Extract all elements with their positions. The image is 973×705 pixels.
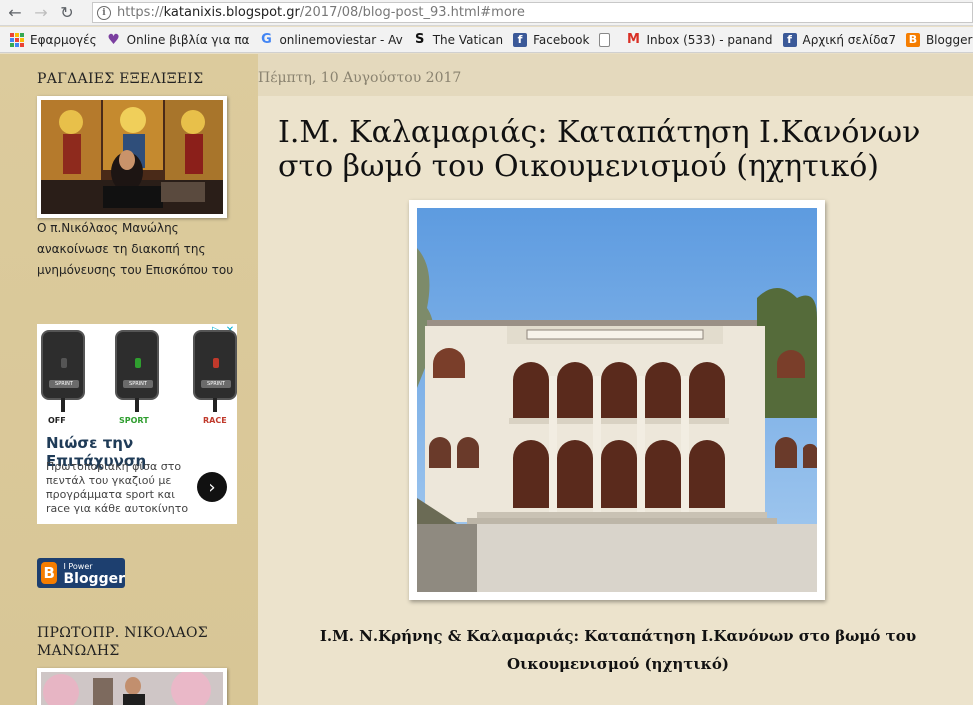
featured-caption[interactable]: Ο π.Νικόλαος Μανώλης ανακοίνωσε τη διακο… <box>37 218 237 281</box>
bookmark-label: Blogger: Ιδ <box>925 32 973 47</box>
powered-by-blogger-badge[interactable]: B I Power Blogger <box>37 558 125 588</box>
post-date: Πέμπτη, 10 Αυγούστου 2017 <box>258 70 462 86</box>
bookmark-label: The Vatican <box>432 32 504 47</box>
post-container: Ι.Μ. Καλαμαριάς: Καταπάτηση Ι.Κανόνων στ… <box>258 96 973 705</box>
bookmark-apps[interactable]: Εφαρμογές <box>10 32 97 47</box>
pedal-label-sport: SPORT <box>119 416 149 425</box>
bookmark-label: onlinemoviestar - Av <box>279 32 403 47</box>
ad-arrow-button[interactable]: › <box>197 472 227 502</box>
blogger-icon: B <box>905 32 920 47</box>
pedal-logo: SPRINT <box>201 380 231 388</box>
back-arrow-icon[interactable]: ← <box>4 2 26 24</box>
forward-arrow-icon[interactable]: → <box>30 2 52 24</box>
bookmark-label: Inbox (533) - panand <box>646 32 773 47</box>
bookmark-page[interactable] <box>599 32 616 47</box>
advertisement[interactable]: ▷ ✕ SPRINT SPRINT SPRINT OFF SPORT RACE … <box>37 324 237 524</box>
bookmark-onlinemoviestar[interactable]: G onlinemoviestar - Av <box>259 32 403 47</box>
reload-icon[interactable]: ↻ <box>56 2 78 24</box>
pedal-off-image: SPRINT <box>41 330 85 412</box>
pedal-logo: SPRINT <box>123 380 153 388</box>
blog-page: ΡΑΓΔΑΙΕΣ ΕΞΕΛΙΞΕΙΣ Ο π.Νικόλαος Μανώλης … <box>0 54 973 705</box>
bookmark-online-books[interactable]: ♥ Online βιβλία για πα <box>107 31 250 48</box>
url-host: katanixis.blogspot.gr <box>163 5 300 20</box>
pedal-sport-image: SPRINT <box>115 330 159 412</box>
pedal-label-race: RACE <box>203 416 227 425</box>
url-scheme: https:// <box>117 5 164 20</box>
google-icon: G <box>261 32 272 47</box>
bookmarks-bar: Εφαρμογές ♥ Online βιβλία για πα G onlin… <box>0 27 973 53</box>
pedal-logo: SPRINT <box>49 380 79 388</box>
badge-big-text: Blogger <box>63 570 125 587</box>
url-path: /2017/08/blog-post_93.html#more <box>299 5 525 20</box>
s-icon: S <box>415 32 425 47</box>
badge-small-text: I Power <box>63 561 93 571</box>
info-icon[interactable]: i <box>97 5 111 20</box>
bookmark-vatican[interactable]: S The Vatican <box>413 32 504 47</box>
apps-grid-icon <box>10 32 24 47</box>
bookmark-home[interactable]: f Αρχική σελίδα7 <box>782 32 896 47</box>
facebook-icon: f <box>513 32 528 47</box>
address-bar[interactable]: i https://katanixis.blogspot.gr/2017/08/… <box>92 2 973 23</box>
bookmark-label: Online βιβλία για πα <box>126 32 250 47</box>
priest-photo-image <box>41 670 223 705</box>
widget-title: ΠΡΩΤΟΠΡ. ΝΙΚΟΛΑΟΣ ΜΑΝΩΛΗΣ <box>37 625 208 659</box>
facebook-icon: f <box>782 32 797 47</box>
ad-body: Πρωτοποριακή φίσα στο πεντάλ του γκαζιού… <box>46 460 189 515</box>
pedal-race-image: SPRINT <box>193 330 237 412</box>
featured-thumbnail[interactable] <box>37 96 227 218</box>
bookmark-blogger[interactable]: B Blogger: Ιδ <box>905 32 973 47</box>
bookmark-label: Facebook <box>533 32 590 47</box>
post-title[interactable]: Ι.Μ. Καλαμαριάς: Καταπάτηση Ι.Κανόνων στ… <box>278 116 958 184</box>
bookmark-label: Αρχική σελίδα7 <box>802 32 896 47</box>
sidebar: ΡΑΓΔΑΙΕΣ ΕΞΕΛΙΞΕΙΣ Ο π.Νικόλαος Μανώλης … <box>0 54 258 705</box>
gmail-icon: M <box>627 32 640 47</box>
heart-icon: ♥ <box>107 31 120 48</box>
bookmark-inbox[interactable]: M Inbox (533) - panand <box>626 32 773 47</box>
bookmark-label: Εφαρμογές <box>30 32 97 47</box>
browser-toolbar: ← → ↻ i https://katanixis.blogspot.gr/20… <box>0 0 973 26</box>
post-image-frame[interactable] <box>409 200 825 600</box>
blogger-logo-icon: B <box>41 562 58 584</box>
widget-title: ΡΑΓΔΑΙΕΣ ΕΞΕΛΙΞΕΙΣ <box>37 71 204 87</box>
bookmark-facebook[interactable]: f Facebook <box>513 32 590 47</box>
page-icon <box>599 32 611 47</box>
priest-video-image <box>41 100 223 214</box>
priest-profile-thumbnail[interactable] <box>37 668 227 705</box>
church-building-image <box>417 208 817 592</box>
post-subtitle: Ι.Μ. Ν.Κρήνης & Καλαμαριάς: Καταπάτηση Ι… <box>319 627 917 673</box>
pedal-label-off: OFF <box>48 416 66 425</box>
